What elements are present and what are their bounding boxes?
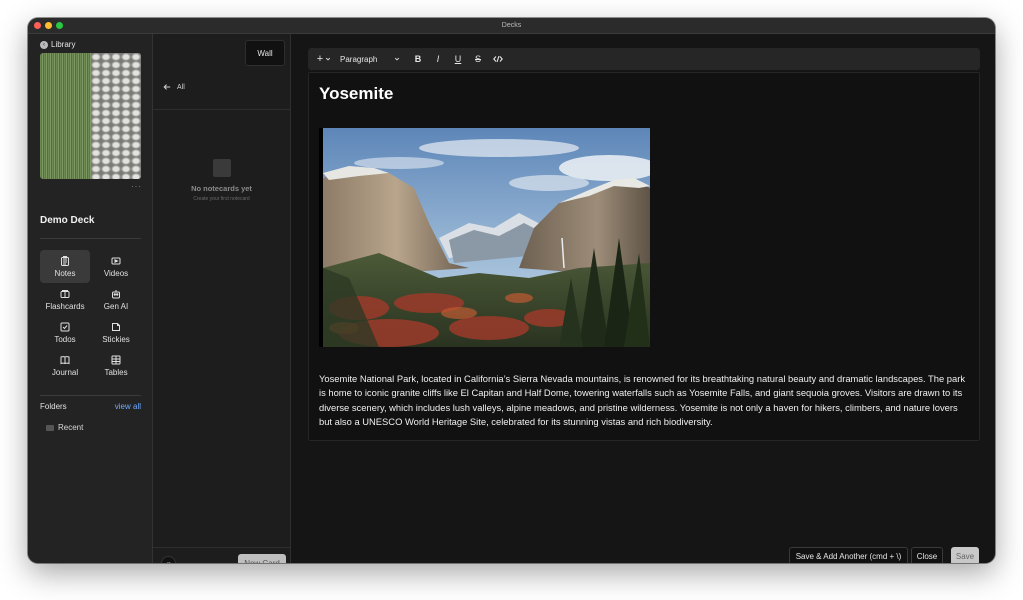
notes-icon — [61, 255, 69, 266]
nav-journal[interactable]: Journal — [40, 349, 90, 382]
table-icon — [111, 355, 121, 364]
divider — [153, 109, 290, 110]
nav-gen-ai[interactable]: Gen AI — [91, 283, 141, 316]
divider — [40, 238, 141, 239]
save-button[interactable]: Save — [951, 547, 979, 563]
nav-videos[interactable]: Videos — [91, 250, 141, 283]
notecards-panel: Wall All No notecards yet Create your fi… — [153, 34, 291, 563]
empty-state-subtitle: Create your first notecard — [193, 196, 250, 202]
empty-state-title: No notecards yet — [191, 184, 252, 193]
folders-header: Folders view all — [40, 402, 141, 411]
note-body[interactable]: Yosemite National Park, located in Calif… — [319, 372, 969, 429]
sticky-note-icon — [112, 322, 120, 331]
cover-grass-half — [40, 53, 91, 179]
divider — [153, 547, 290, 548]
video-icon — [111, 257, 121, 264]
note-editor[interactable]: Yosemite Yosemite National Park, located… — [308, 72, 980, 441]
view-all-link[interactable]: view all — [115, 402, 141, 411]
nav-notes[interactable]: Notes — [40, 250, 90, 283]
nav-flashcards[interactable]: Flashcards — [40, 283, 90, 316]
library-label: Library — [51, 40, 76, 49]
editor-area: + Paragraph B I U S Yosemite Yosemite Na… — [291, 34, 995, 563]
window-controls — [34, 22, 63, 29]
close-window-button[interactable] — [34, 22, 41, 29]
note-title[interactable]: Yosemite — [319, 84, 393, 104]
collapse-sidebar-icon[interactable]: « — [161, 556, 176, 563]
bold-button[interactable]: B — [408, 54, 428, 64]
empty-notecard-icon — [213, 159, 231, 177]
code-icon — [493, 55, 503, 63]
nav-label: Journal — [51, 367, 79, 377]
book-icon — [60, 355, 70, 364]
block-type-select[interactable]: Paragraph — [340, 55, 404, 64]
checkbox-icon — [60, 322, 70, 331]
deck-nav: Notes Videos Flashcards Gen AI Todos Sti… — [40, 250, 141, 382]
save-and-add-another-button[interactable]: Save & Add Another (cmd + \) — [789, 547, 908, 563]
nav-stickies[interactable]: Stickies — [91, 316, 141, 349]
robot-icon — [112, 289, 120, 298]
nav-tables[interactable]: Tables — [91, 349, 141, 382]
wall-button[interactable]: Wall — [245, 40, 285, 66]
zoom-window-button[interactable] — [56, 22, 63, 29]
flashcards-icon — [60, 289, 70, 298]
cover-stones-half — [91, 53, 141, 179]
back-to-all-link[interactable]: All — [163, 83, 185, 91]
underline-button[interactable]: U — [448, 54, 468, 64]
folder-label: Recent — [58, 423, 84, 432]
folders-label: Folders — [40, 402, 67, 411]
nav-label: Todos — [54, 334, 76, 344]
code-button[interactable] — [488, 54, 508, 64]
deck-cover-image[interactable] — [40, 53, 141, 179]
folder-item-recent[interactable]: Recent — [46, 423, 83, 432]
landscape-image — [319, 128, 650, 347]
nav-label: Notes — [54, 268, 76, 278]
library-link[interactable]: ‹ Library — [40, 40, 75, 49]
insert-block-button[interactable]: + — [314, 53, 334, 65]
title-bar: Decks — [28, 18, 995, 34]
app-window: Decks ‹ Library ··· Demo Deck Notes Vide… — [28, 18, 995, 563]
chevron-down-icon — [394, 57, 400, 61]
divider — [40, 395, 141, 396]
block-type-value: Paragraph — [340, 54, 378, 64]
folder-icon — [46, 424, 54, 431]
nav-todos[interactable]: Todos — [40, 316, 90, 349]
back-circle-icon: ‹ — [40, 40, 48, 49]
italic-button[interactable]: I — [428, 54, 448, 64]
editor-toolbar: + Paragraph B I U S — [308, 48, 980, 70]
arrow-left-icon — [163, 84, 171, 90]
more-options-icon[interactable]: ··· — [131, 182, 142, 191]
plus-icon: + — [316, 53, 324, 65]
strikethrough-button[interactable]: S — [468, 54, 488, 64]
back-label: All — [177, 83, 185, 91]
chevron-down-icon — [326, 57, 331, 61]
yosemite-photo[interactable] — [319, 128, 650, 347]
nav-label: Videos — [103, 268, 129, 278]
nav-label: Flashcards — [45, 301, 85, 311]
sidebar: ‹ Library ··· Demo Deck Notes Videos Fla… — [28, 34, 153, 563]
deck-title: Demo Deck — [40, 215, 95, 226]
window-title: Decks — [501, 22, 522, 29]
nav-label: Stickies — [102, 334, 130, 344]
new-card-button[interactable]: New Card — [238, 554, 286, 563]
nav-label: Gen AI — [103, 301, 129, 311]
nav-label: Tables — [104, 367, 128, 377]
minimize-window-button[interactable] — [45, 22, 52, 29]
close-button[interactable]: Close — [911, 547, 943, 563]
